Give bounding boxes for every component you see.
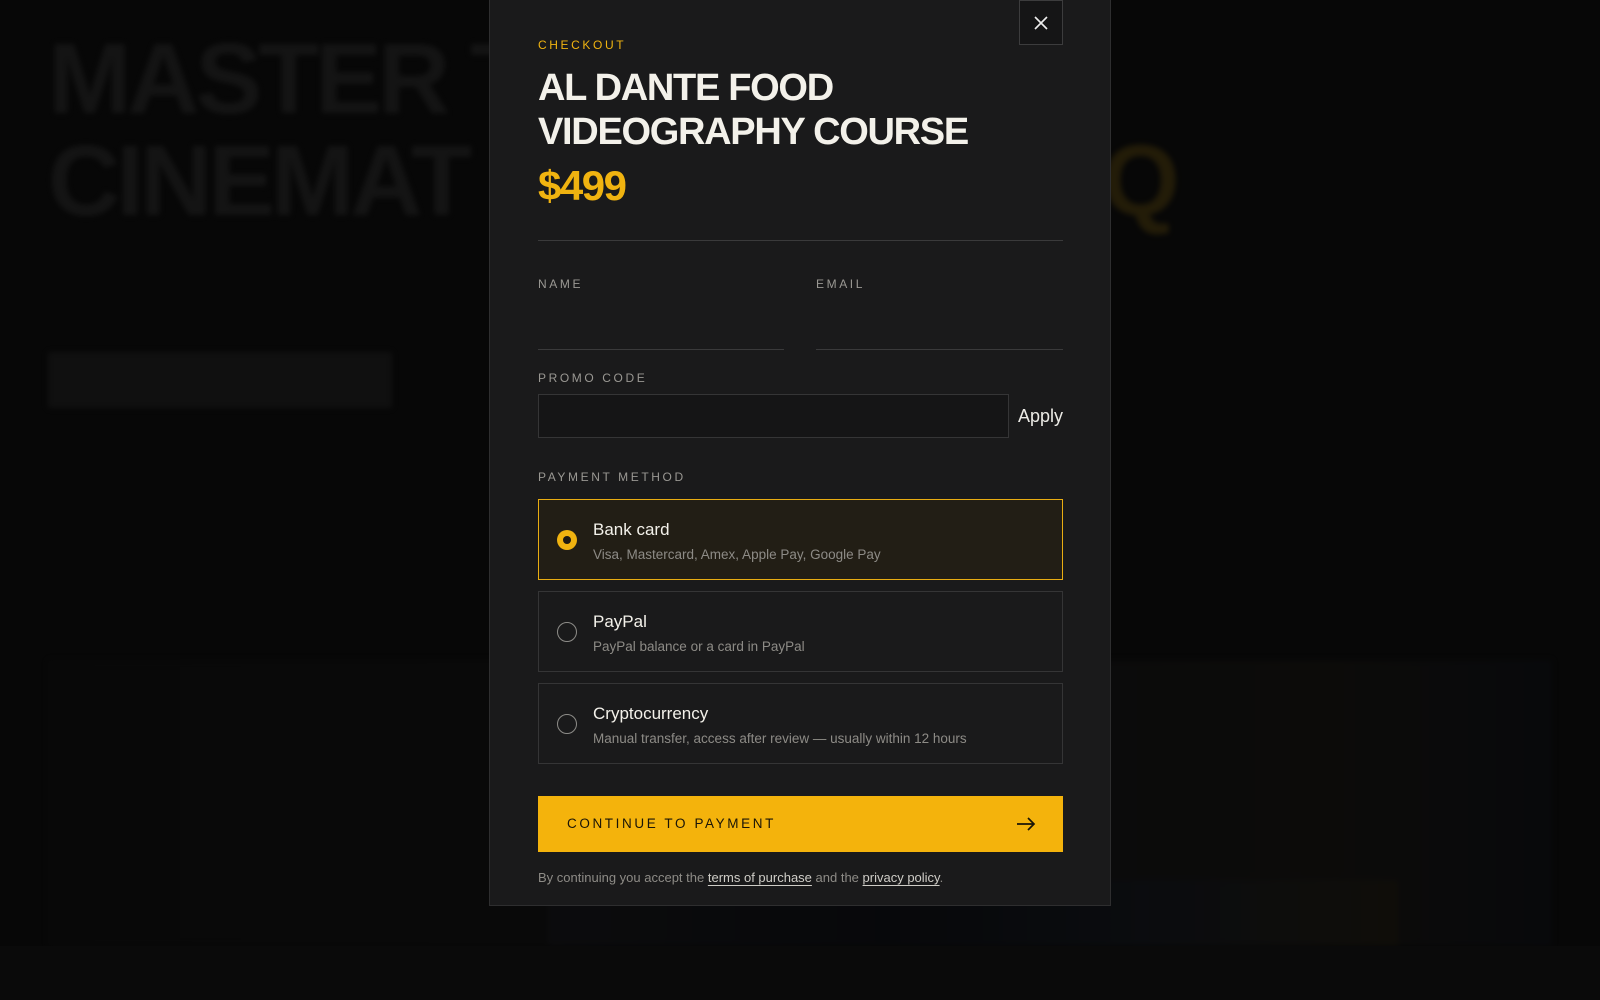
course-price: $499 xyxy=(538,162,627,209)
legal-prefix: By continuing you accept the xyxy=(538,870,705,885)
continue-button-label: CONTINUE TO PAYMENT xyxy=(567,816,776,831)
payment-method-label: PAYMENT METHOD xyxy=(538,470,686,484)
radio-unselected-icon[interactable] xyxy=(557,622,577,642)
payment-option-bank-card[interactable]: Bank card Visa, Mastercard, Amex, Apple … xyxy=(538,499,1063,580)
legal-notice: By continuing you accept the terms of pu… xyxy=(538,870,943,885)
promo-code-label: PROMO CODE xyxy=(538,371,648,385)
radio-unselected-icon[interactable] xyxy=(557,714,577,734)
continue-to-payment-button[interactable]: CONTINUE TO PAYMENT xyxy=(538,796,1063,852)
payment-option-subtitle: Visa, Mastercard, Amex, Apple Pay, Googl… xyxy=(593,547,881,562)
course-title: AL DANTE FOOD VIDEOGRAPHY COURSE xyxy=(538,67,969,153)
payment-option-cryptocurrency[interactable]: Cryptocurrency Manual transfer, access a… xyxy=(538,683,1063,764)
arrow-right-icon xyxy=(1017,817,1036,831)
payment-option-title: Bank card xyxy=(593,520,670,539)
header-divider xyxy=(538,240,1063,241)
checkout-modal: CHECKOUT AL DANTE FOOD VIDEOGRAPHY COURS… xyxy=(489,0,1111,906)
terms-of-purchase-link[interactable]: terms of purchase xyxy=(708,870,812,885)
legal-middle: and the xyxy=(815,870,859,885)
radio-selected-icon[interactable] xyxy=(557,530,577,550)
payment-option-subtitle: Manual transfer, access after review — u… xyxy=(593,731,967,746)
payment-option-paypal[interactable]: PayPal PayPal balance or a card in PayPa… xyxy=(538,591,1063,672)
name-input[interactable] xyxy=(538,310,784,350)
legal-suffix: . xyxy=(939,870,944,885)
close-button[interactable] xyxy=(1019,0,1063,45)
payment-option-subtitle: PayPal balance or a card in PayPal xyxy=(593,639,805,654)
email-label: EMAIL xyxy=(816,277,866,291)
apply-promo-button[interactable]: Apply xyxy=(1017,402,1063,430)
background-footer xyxy=(0,946,1600,1000)
payment-option-title: Cryptocurrency xyxy=(593,704,709,723)
promo-code-input[interactable] xyxy=(538,394,1009,438)
close-icon xyxy=(1034,15,1048,30)
email-input[interactable] xyxy=(816,310,1063,350)
privacy-policy-link[interactable]: privacy policy xyxy=(863,870,940,885)
name-label: NAME xyxy=(538,277,584,291)
payment-option-title: PayPal xyxy=(593,612,647,631)
checkout-eyebrow: CHECKOUT xyxy=(538,38,627,52)
